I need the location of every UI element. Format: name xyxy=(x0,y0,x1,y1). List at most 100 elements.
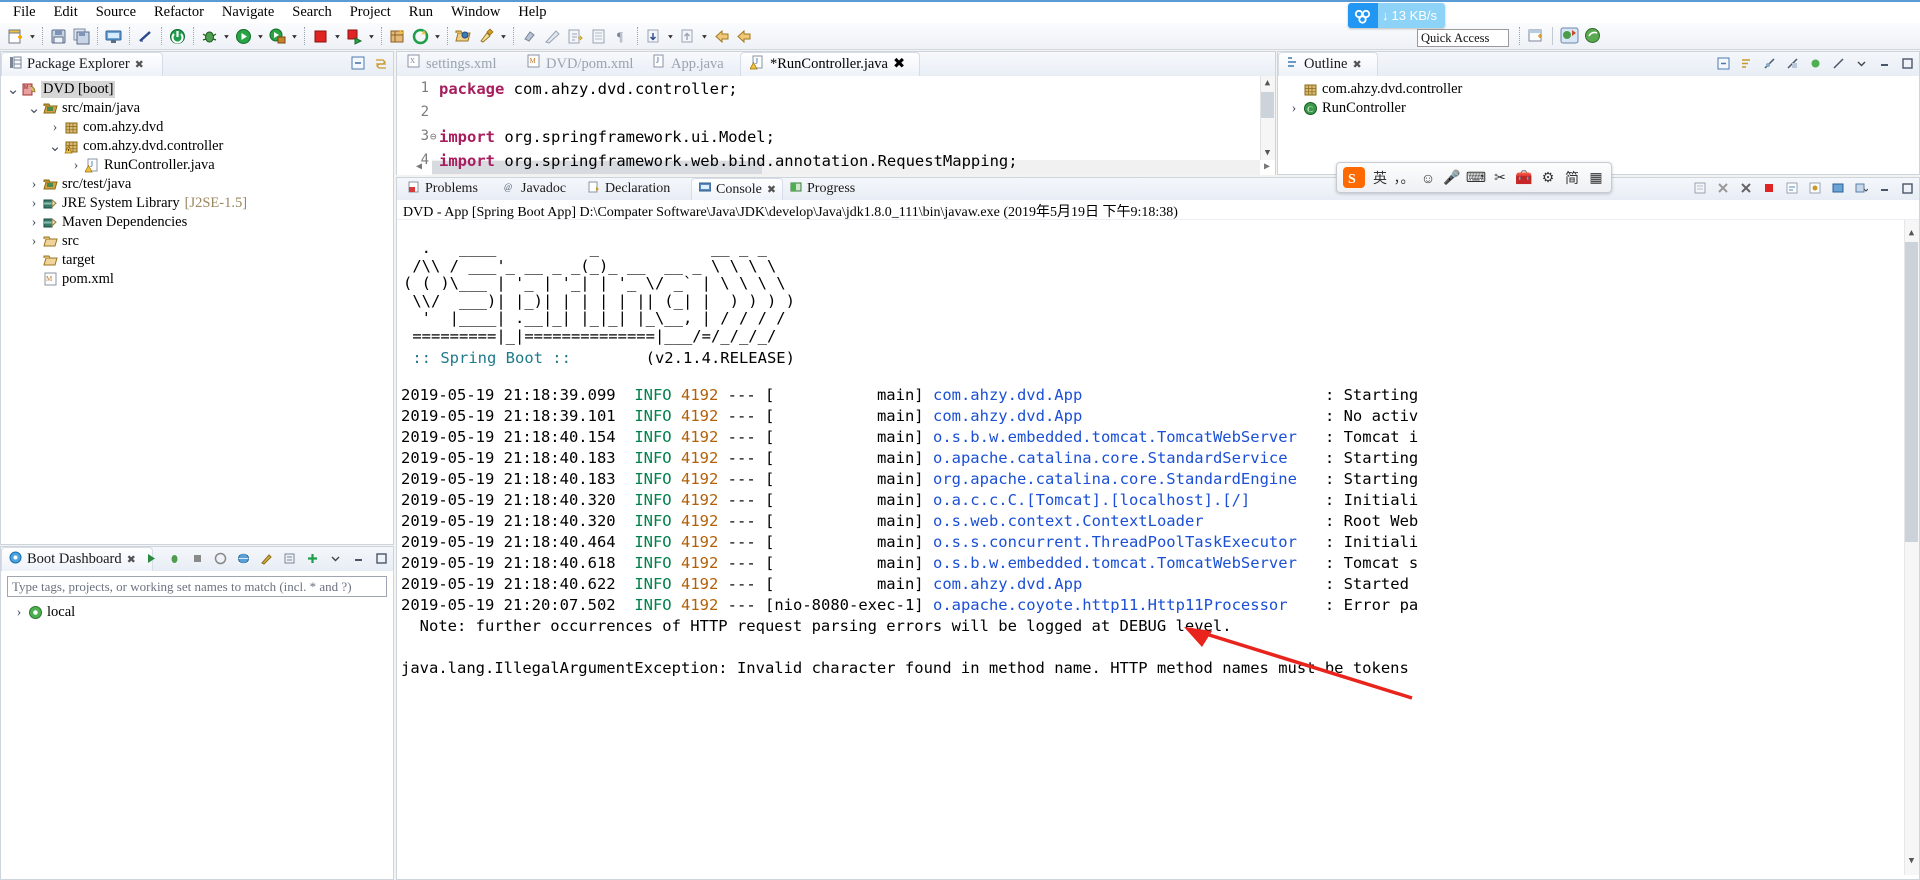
search-dropdown-icon[interactable] xyxy=(498,26,509,46)
refresh-dropdown-icon[interactable] xyxy=(432,26,443,46)
tab-package-explorer[interactable]: Package Explorer ✖ xyxy=(1,52,163,76)
tree-item[interactable]: ⌄ src/main/java xyxy=(1,99,393,118)
soft-keyboard-icon[interactable]: ⌨ xyxy=(1465,166,1487,190)
open-console-dropdown-icon[interactable] xyxy=(1853,180,1869,196)
collapse-all-icon[interactable] xyxy=(350,55,366,71)
boot-open-browser-icon[interactable] xyxy=(235,550,251,566)
close-icon[interactable]: ✖ xyxy=(127,553,136,566)
voice-input-icon[interactable]: 🎤 xyxy=(1441,166,1463,190)
boot-dashboard-tree[interactable]: › local xyxy=(1,597,393,622)
close-icon[interactable]: ✖ xyxy=(135,58,144,71)
previous-edit-icon[interactable] xyxy=(588,26,609,47)
print-screen-icon[interactable] xyxy=(103,26,124,47)
chevron-right-icon[interactable]: › xyxy=(26,234,42,250)
chevron-right-icon[interactable]: › xyxy=(26,215,42,231)
minimize-icon[interactable] xyxy=(350,550,366,566)
hide-fields-icon[interactable] xyxy=(1761,55,1777,71)
boot-start-icon[interactable] xyxy=(143,550,159,566)
next-annotation-icon[interactable] xyxy=(643,26,664,47)
close-icon[interactable]: ✖ xyxy=(1353,58,1362,71)
toggle-breakpoint-icon[interactable] xyxy=(135,26,156,47)
spring-perspective-icon[interactable] xyxy=(1582,25,1603,46)
tab-console[interactable]: Console ✖ xyxy=(691,178,783,200)
boot-edit-icon[interactable] xyxy=(258,550,274,566)
tree-item[interactable]: › src xyxy=(1,232,393,251)
tree-item[interactable]: ⌄ M DVD [boot] xyxy=(1,80,393,99)
pin-icon[interactable] xyxy=(519,26,540,47)
console-scroll-thumb[interactable] xyxy=(1905,242,1918,542)
scroll-down-icon[interactable]: ▼ xyxy=(1262,148,1273,158)
forward-icon[interactable] xyxy=(734,26,755,47)
boot-redeploy-icon[interactable] xyxy=(212,550,228,566)
previous-annotation-dropdown-icon[interactable] xyxy=(699,26,710,46)
scroll-right-icon[interactable]: ▶ xyxy=(1260,160,1274,173)
maximize-icon[interactable] xyxy=(1899,55,1915,71)
menu-run[interactable]: Run xyxy=(400,2,442,23)
collapse-all-icon[interactable] xyxy=(1715,55,1731,71)
minimize-icon[interactable] xyxy=(1876,55,1892,71)
previous-annotation-icon[interactable] xyxy=(677,26,698,47)
hide-static-icon[interactable] xyxy=(1784,55,1800,71)
stop-dropdown-icon[interactable] xyxy=(332,26,343,46)
close-icon[interactable]: ✖ xyxy=(893,56,905,73)
maximize-icon[interactable] xyxy=(373,550,389,566)
open-perspective-icon[interactable] xyxy=(1525,25,1546,46)
chevron-right-icon[interactable]: › xyxy=(11,605,27,621)
coverage-dropdown-icon[interactable] xyxy=(366,26,377,46)
editor-tab-dvdpomxml[interactable]: M DVD/pom.xml xyxy=(517,52,642,76)
menu-navigate[interactable]: Navigate xyxy=(213,2,283,23)
scroll-down-icon[interactable]: ▼ xyxy=(1906,851,1917,872)
back-icon[interactable] xyxy=(711,26,732,47)
chevron-right-icon[interactable]: › xyxy=(1286,101,1302,117)
save-all-icon[interactable] xyxy=(71,26,92,47)
next-annotation-dropdown-icon[interactable] xyxy=(665,26,676,46)
menu-edit[interactable]: Edit xyxy=(45,2,87,23)
pin-console-icon[interactable] xyxy=(1807,180,1823,196)
quick-access-field[interactable]: Quick Access xyxy=(1417,29,1509,47)
annotation-icon[interactable] xyxy=(542,26,563,47)
outline-tree[interactable]: com.ahzy.dvd.controller › C RunController xyxy=(1278,76,1919,118)
editor-vertical-scrollbar[interactable]: ▲ ▼ xyxy=(1260,76,1275,160)
clear-console-icon[interactable] xyxy=(1692,180,1708,196)
external-tools-dropdown-icon[interactable] xyxy=(289,26,300,46)
display-console-icon[interactable] xyxy=(1830,180,1846,196)
package-explorer-tree[interactable]: ⌄ M DVD [boot] ⌄ src/main/java › com.ahzy.dvd ⌄… xyxy=(1,76,393,289)
console-vertical-scrollbar[interactable]: ▲ ▼ xyxy=(1904,220,1919,875)
run-icon[interactable] xyxy=(233,26,254,47)
tab-declaration[interactable]: Declaration xyxy=(581,178,691,200)
debug-dropdown-icon[interactable] xyxy=(221,26,232,46)
hide-nonpublic-icon[interactable] xyxy=(1807,55,1823,71)
editor-tab-runcontrollerjava[interactable]: J *RunController.java ✖ xyxy=(740,52,920,76)
tree-item[interactable]: › com.ahzy.dvd xyxy=(1,118,393,137)
tab-boot-dashboard[interactable]: Boot Dashboard ✖ xyxy=(1,547,153,571)
menu-search[interactable]: Search xyxy=(283,2,340,23)
scroll-up-icon[interactable]: ▲ xyxy=(1262,78,1273,88)
tab-problems[interactable]: Problems xyxy=(401,178,497,200)
code-editor-area[interactable]: ▲ ▼ ◀ ▶ 1 package com.ahzy.dvd.controller… xyxy=(397,76,1275,175)
coverage-icon[interactable] xyxy=(344,26,365,47)
tree-item[interactable]: › local xyxy=(1,603,393,622)
tree-item[interactable]: › Maven Dependencies xyxy=(1,213,393,232)
chevron-right-icon[interactable]: › xyxy=(47,120,63,136)
menu-help[interactable]: Help xyxy=(509,2,555,23)
boot-debug-icon[interactable] xyxy=(166,550,182,566)
tree-item[interactable]: › J RunController.java xyxy=(1,156,393,175)
boot-view-menu-icon[interactable] xyxy=(327,550,343,566)
skin-icon[interactable]: ▦ xyxy=(1585,166,1607,190)
menu-window[interactable]: Window xyxy=(442,2,509,23)
emoji-icon[interactable]: ☺ xyxy=(1417,166,1439,190)
terminate-console-icon[interactable] xyxy=(1715,180,1731,196)
run-external-tools-icon[interactable] xyxy=(267,26,288,47)
boot-properties-icon[interactable] xyxy=(281,550,297,566)
sort-icon[interactable] xyxy=(1738,55,1754,71)
maximize-icon[interactable] xyxy=(1899,180,1915,196)
tree-item[interactable]: › src/test/java xyxy=(1,175,393,194)
java-perspective-icon[interactable] xyxy=(1559,25,1580,46)
stop-icon[interactable] xyxy=(310,26,331,47)
open-type-icon[interactable] xyxy=(453,26,474,47)
settings-icon[interactable]: ⚙ xyxy=(1537,166,1559,190)
new-wizard-icon[interactable] xyxy=(5,26,26,47)
editor-scroll-thumb[interactable] xyxy=(1261,92,1274,118)
link-with-editor-icon[interactable] xyxy=(373,55,389,71)
debug-icon[interactable] xyxy=(199,26,220,47)
